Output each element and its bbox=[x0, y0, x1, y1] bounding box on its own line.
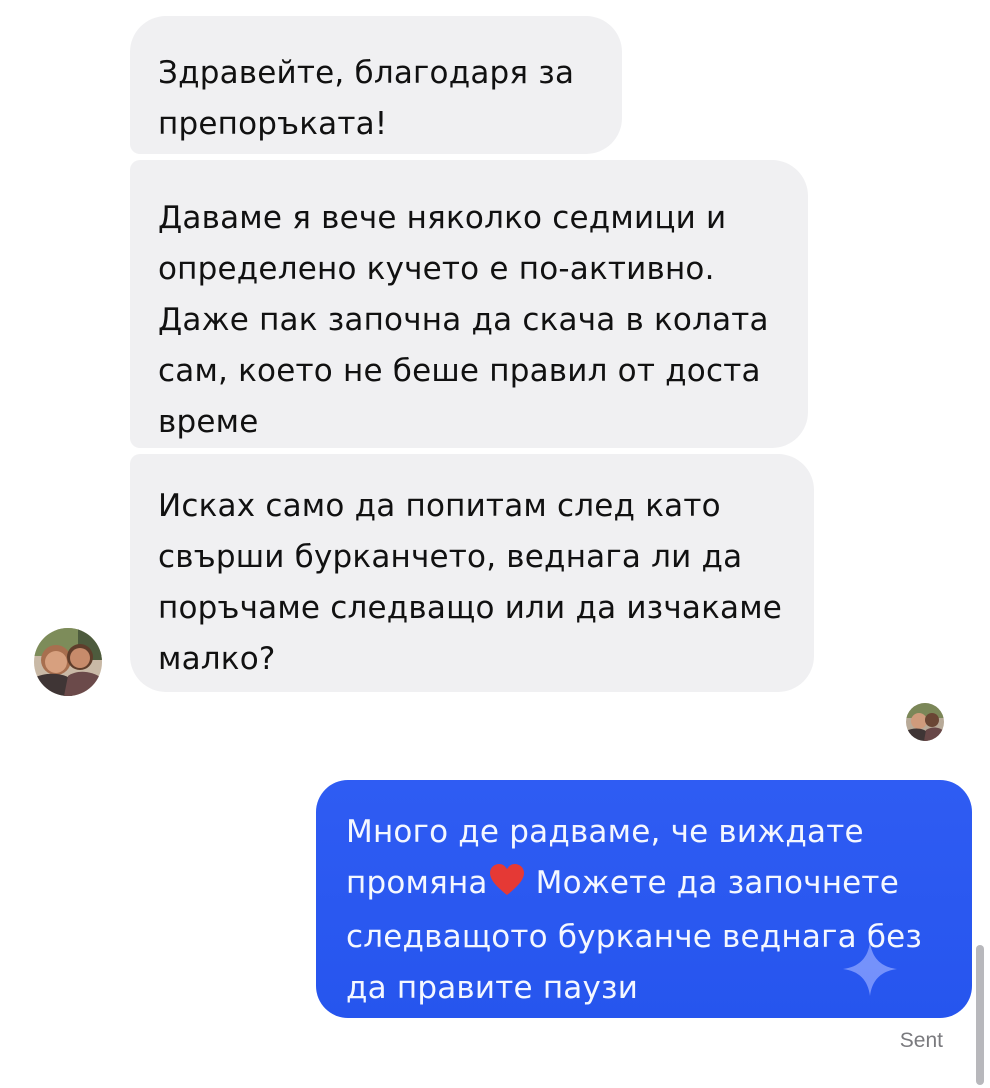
incoming-message-bubble[interactable]: Здравейте, благодаря за препоръката! bbox=[130, 16, 622, 154]
message-status: Sent bbox=[899, 1029, 943, 1052]
message-text: Исках само да попитам след като свърши б… bbox=[158, 488, 783, 677]
avatar-photo-icon bbox=[906, 703, 944, 741]
scrollbar[interactable] bbox=[976, 945, 984, 1085]
read-receipt-avatar bbox=[906, 703, 944, 741]
message-text: Даваме я вече няколко седмици и определе… bbox=[158, 200, 769, 440]
contact-avatar[interactable] bbox=[34, 628, 102, 696]
incoming-message-bubble[interactable]: Исках само да попитам след като свърши б… bbox=[130, 454, 814, 692]
message-text: Здравейте, благодаря за bbox=[158, 55, 575, 91]
avatar-photo-icon bbox=[34, 628, 102, 696]
heart-icon bbox=[489, 861, 525, 912]
message-text: препоръката! bbox=[158, 106, 388, 142]
incoming-message-bubble[interactable]: Даваме я вече няколко седмици и определе… bbox=[130, 160, 808, 448]
sparkle-icon bbox=[841, 940, 899, 998]
